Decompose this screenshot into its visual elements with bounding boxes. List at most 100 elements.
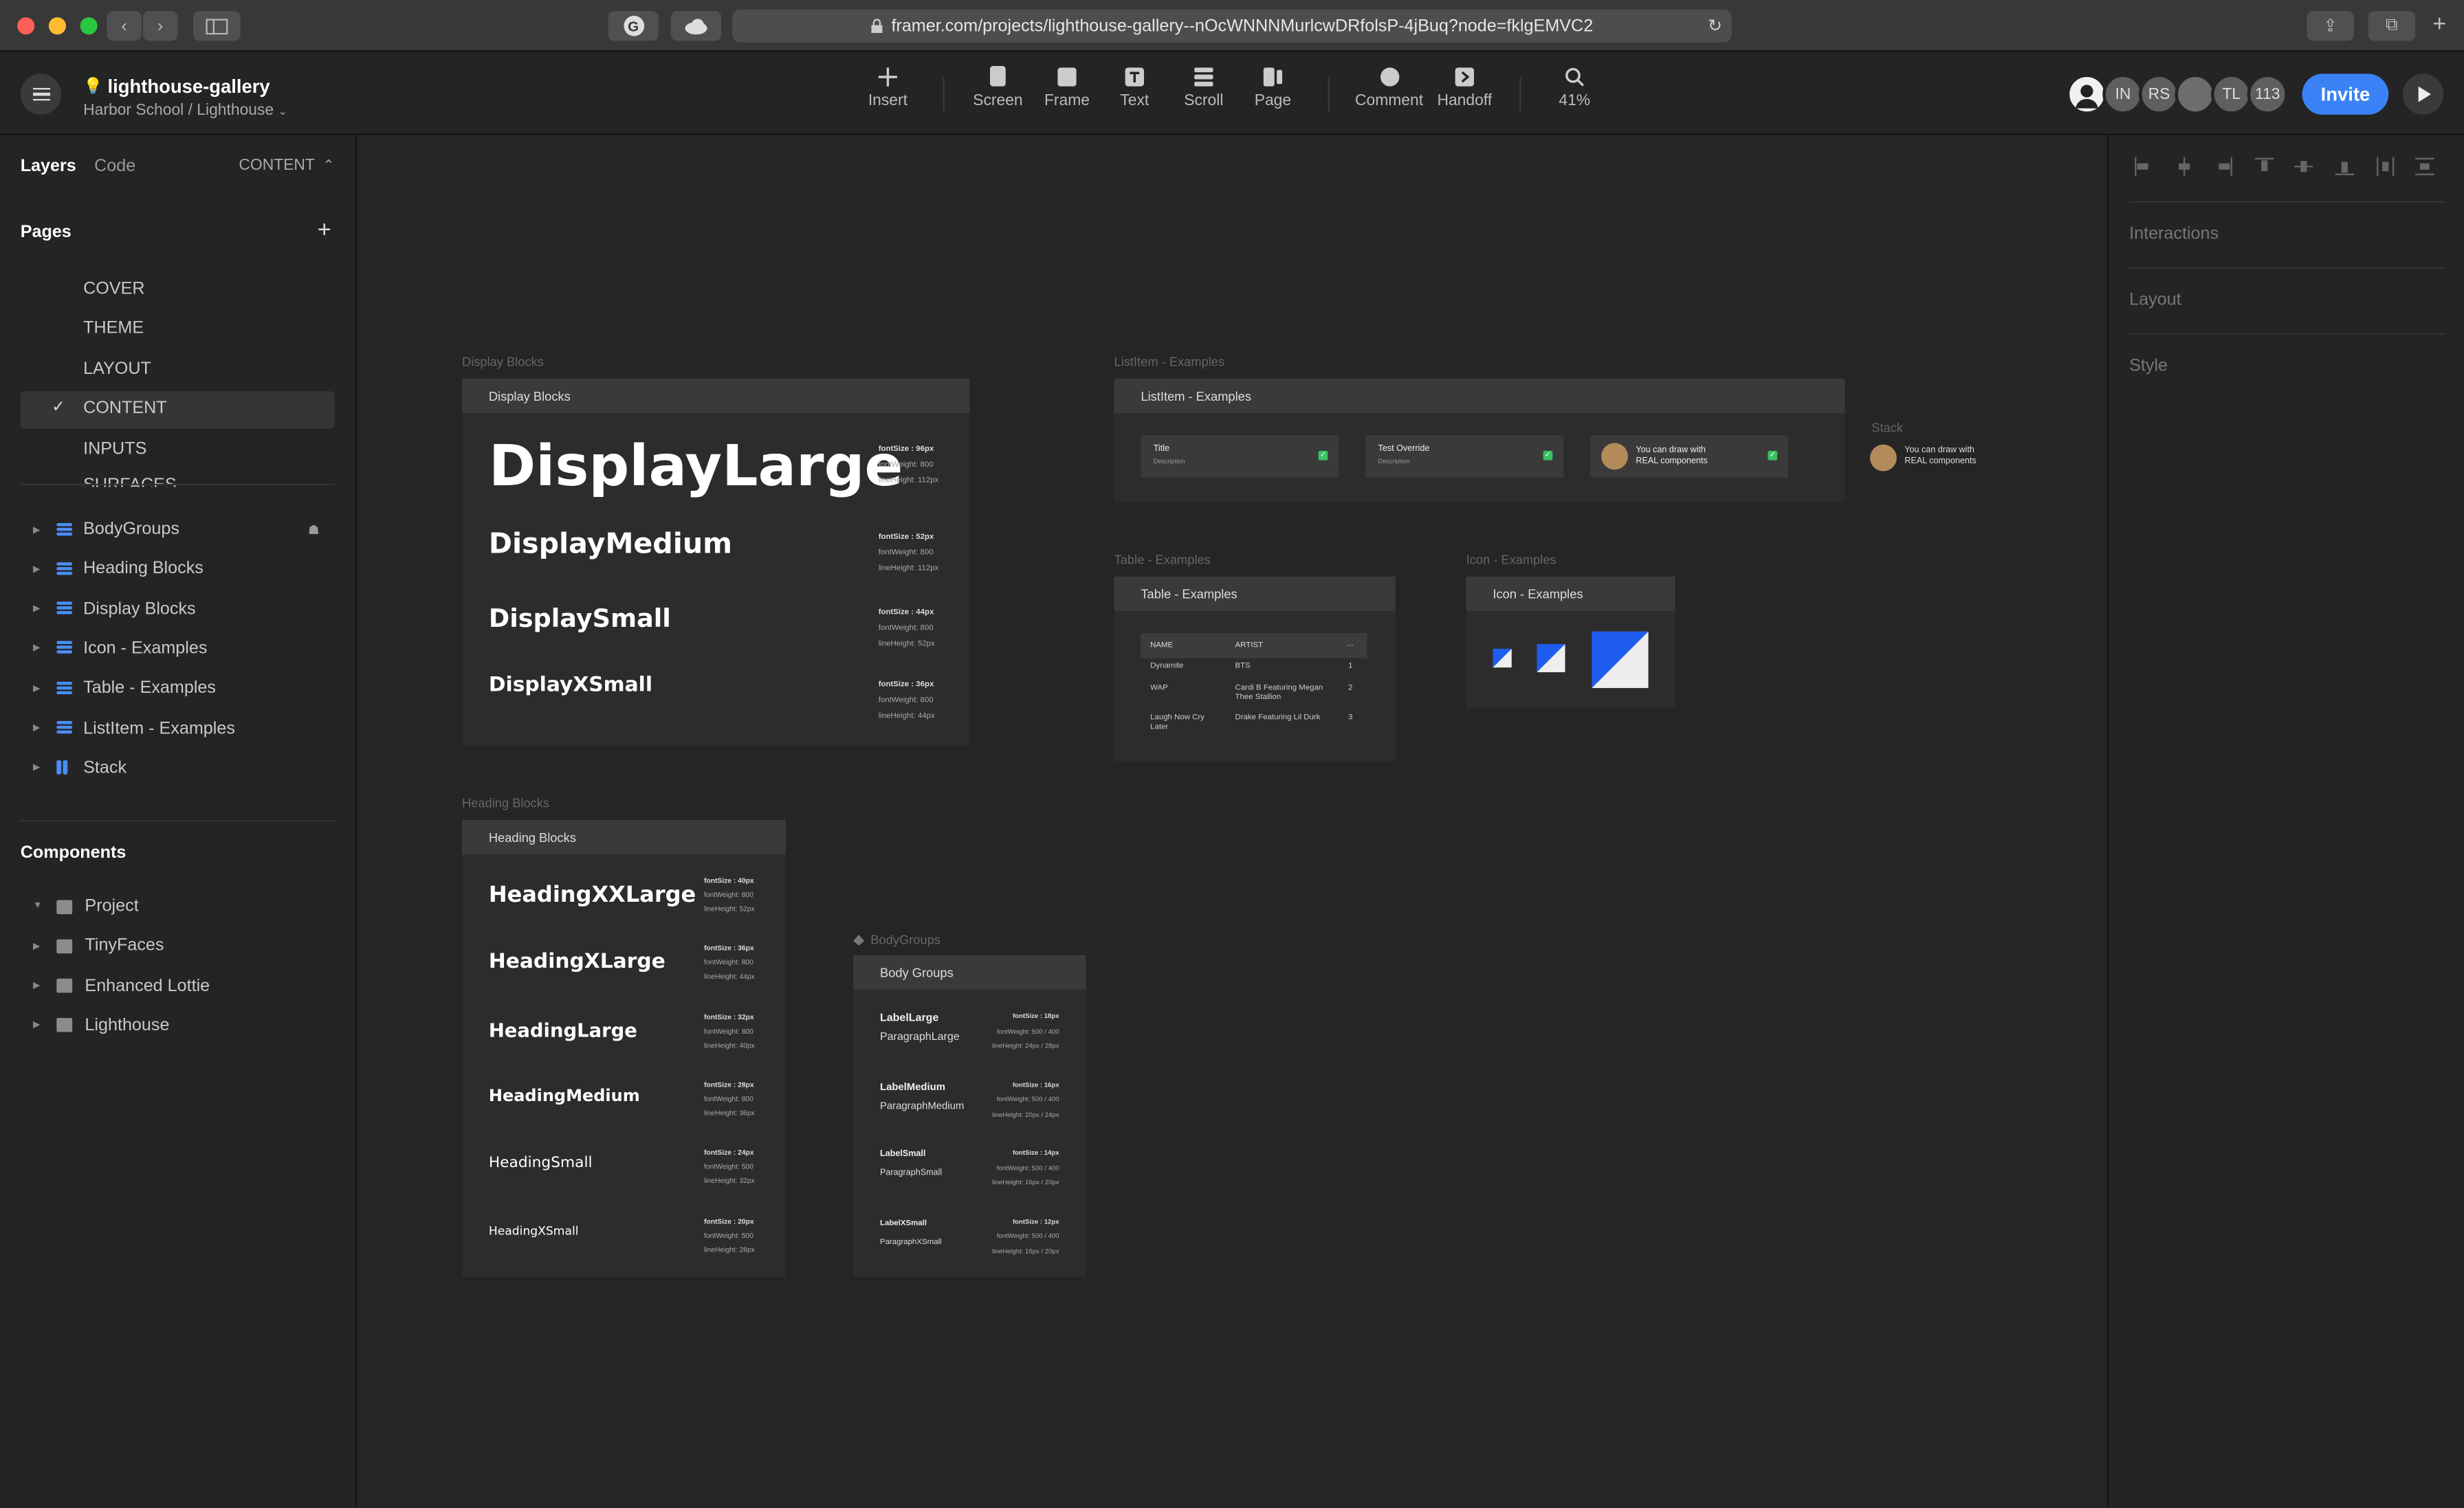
paragraph-style-sample[interactable]: ParagraphXSmall — [880, 1237, 942, 1247]
layer-item[interactable]: ▶ BodyGroups ☗ — [0, 513, 357, 545]
component-folder[interactable]: ▶ Enhanced Lottie — [0, 970, 357, 1001]
display-style-sample[interactable]: DisplaySmall — [489, 603, 671, 633]
sidebar-toggle-button[interactable] — [193, 10, 241, 41]
display-style-sample[interactable]: DisplayMedium — [489, 528, 732, 561]
label-style-sample[interactable]: LabelXSmall — [880, 1218, 927, 1228]
frame-tool[interactable]: Frame — [1031, 66, 1103, 110]
style-section[interactable]: Style — [2129, 357, 2168, 375]
page-tool[interactable]: Page — [1237, 66, 1309, 110]
heading-style-sample[interactable]: HeadingSmall — [489, 1155, 593, 1172]
avatar[interactable]: RS — [2138, 74, 2180, 115]
layout-section[interactable]: Layout — [2129, 291, 2181, 309]
heading-style-sample[interactable]: HeadingLarge — [489, 1019, 637, 1041]
zoom-window-button[interactable] — [80, 17, 98, 35]
stack-frame[interactable]: You can draw with REAL components — [1869, 443, 2027, 472]
layer-item[interactable]: ▶ Table - Examples — [0, 673, 357, 705]
paragraph-style-sample[interactable]: ParagraphMedium — [880, 1100, 964, 1111]
frame-label[interactable]: Heading Blocks — [462, 797, 549, 811]
heading-style-sample[interactable]: HeadingXXLarge — [489, 883, 696, 908]
heading-style-sample[interactable]: HeadingXLarge — [489, 951, 666, 974]
table-row[interactable]: Laugh Now Cry Later Drake Featuring Lil D… — [1141, 713, 1367, 745]
list-item[interactable]: You can draw with REAL components ✓ — [1590, 435, 1789, 478]
list-item[interactable]: Test Override Description ✓ — [1365, 435, 1564, 478]
more-collaborators-badge[interactable]: 113 — [2247, 74, 2288, 115]
share-button[interactable]: ⇪ — [2307, 10, 2354, 41]
component-folder[interactable]: ▶ Lighthouse — [0, 1010, 357, 1041]
icon-examples-frame[interactable]: Icon - Examples — [1466, 576, 1675, 709]
page-item[interactable]: INPUTS — [21, 432, 335, 469]
component-folder[interactable]: ▶ TinyFaces — [0, 931, 357, 962]
frame-label[interactable]: BodyGroups — [853, 933, 940, 947]
address-bar[interactable]: framer.com/projects/lighthouse-gallery--… — [732, 9, 1732, 43]
checkbox-checked-icon[interactable]: ✓ — [1318, 450, 1328, 461]
tab-code[interactable]: Code — [94, 157, 135, 176]
table-column-header[interactable]: ... — [1347, 639, 1354, 649]
distribute-horizontal-icon[interactable] — [2375, 155, 2394, 176]
distribute-vertical-icon[interactable] — [2415, 155, 2434, 175]
page-item[interactable]: LAYOUT — [21, 352, 335, 390]
avatar[interactable] — [2175, 74, 2216, 115]
paragraph-style-sample[interactable]: ParagraphSmall — [880, 1168, 942, 1178]
frame-label[interactable]: Stack — [1871, 421, 1903, 435]
layer-item[interactable]: ▶ Icon - Examples — [0, 633, 357, 665]
new-tab-button[interactable]: + — [2432, 11, 2446, 38]
project-title[interactable]: 💡 lighthouse-gallery — [83, 76, 270, 98]
invite-button[interactable]: Invite — [2302, 74, 2389, 115]
frame-label[interactable]: ListItem - Examples — [1114, 355, 1225, 370]
reload-icon[interactable]: ↻ — [1708, 16, 1722, 36]
cloud-extension-button[interactable] — [670, 10, 722, 41]
layer-item[interactable]: ▶ Display Blocks — [0, 593, 357, 625]
forward-button[interactable]: › — [142, 10, 178, 41]
frame-label[interactable]: Icon - Examples — [1466, 553, 1556, 567]
page-selector[interactable]: CONTENT ⌃ — [239, 157, 334, 175]
text-tool[interactable]: Text — [1099, 66, 1171, 110]
layer-item[interactable]: ▶ Heading Blocks — [0, 553, 357, 585]
scroll-tool[interactable]: Scroll — [1167, 66, 1240, 110]
screen-tool[interactable]: Screen — [962, 65, 1034, 110]
listitem-examples-frame[interactable]: ListItem - Examples Title Description ✓ Tes… — [1114, 378, 1845, 503]
heading-blocks-frame[interactable]: Heading Blocks HeadingXXLarge fontSize : … — [461, 819, 786, 1278]
frame-label[interactable]: Display Blocks — [462, 355, 544, 370]
grammarly-extension-button[interactable]: G — [608, 10, 659, 41]
heading-style-sample[interactable]: HeadingMedium — [489, 1087, 640, 1105]
preview-button[interactable] — [2402, 74, 2444, 115]
layer-item[interactable]: ▶ Stack — [0, 752, 357, 784]
label-style-sample[interactable]: LabelMedium — [880, 1081, 945, 1092]
insert-tool[interactable]: Insert — [852, 66, 924, 110]
frame-label[interactable]: Table - Examples — [1114, 553, 1211, 567]
heading-style-sample[interactable]: HeadingXSmall — [489, 1223, 579, 1237]
main-menu-button[interactable] — [20, 74, 62, 115]
display-style-sample[interactable]: DisplayLarge — [489, 435, 903, 500]
align-top-icon[interactable] — [2254, 155, 2274, 174]
close-window-button[interactable] — [17, 17, 35, 35]
paragraph-style-sample[interactable]: ParagraphLarge — [880, 1032, 960, 1043]
table-row[interactable]: WAP Cardi B Featuring Megan Thee Stallion… — [1141, 683, 1367, 715]
add-page-button[interactable]: + — [318, 217, 331, 243]
minimize-window-button[interactable] — [48, 17, 66, 35]
avatar[interactable] — [2066, 74, 2108, 115]
table-column-header[interactable]: ARTIST — [1235, 641, 1263, 650]
label-style-sample[interactable]: LabelLarge — [880, 1013, 938, 1024]
align-bottom-icon[interactable] — [2335, 155, 2354, 175]
component-folder[interactable]: ▼ Project — [0, 891, 357, 922]
display-style-sample[interactable]: DisplayXSmall — [489, 674, 652, 697]
table-column-header[interactable]: NAME — [1150, 641, 1173, 650]
page-item[interactable]: ✓ CONTENT — [20, 391, 335, 429]
handoff-tool[interactable]: Handoff — [1429, 66, 1501, 110]
display-blocks-frame[interactable]: Display Blocks DisplayLarge fontSize : 96… — [461, 378, 970, 746]
page-item[interactable]: THEME — [21, 311, 335, 349]
align-right-icon[interactable] — [2214, 155, 2233, 176]
page-item[interactable]: COVER — [21, 271, 335, 309]
interactions-section[interactable]: Interactions — [2129, 225, 2219, 243]
avatar[interactable]: IN — [2102, 74, 2144, 115]
table-examples-frame[interactable]: Table - Examples NAME ARTIST ... Dynamit… — [1114, 576, 1396, 762]
design-canvas[interactable]: Display Blocks Display Blocks DisplayLar… — [356, 135, 2108, 1508]
list-item[interactable]: Title Description ✓ — [1141, 435, 1339, 478]
zoom-control[interactable]: 41% — [1539, 66, 1611, 110]
checkbox-checked-icon[interactable]: ✓ — [1543, 450, 1553, 461]
align-center-horizontal-icon[interactable] — [2174, 155, 2192, 176]
body-groups-frame[interactable]: Body Groups LabelLarge ParagraphLarge font… — [853, 955, 1086, 1278]
project-breadcrumb[interactable]: Harbor School / Lighthouse ⌄ — [83, 102, 287, 120]
avatar[interactable]: TL — [2210, 74, 2252, 115]
checkbox-checked-icon[interactable]: ✓ — [1768, 450, 1778, 461]
